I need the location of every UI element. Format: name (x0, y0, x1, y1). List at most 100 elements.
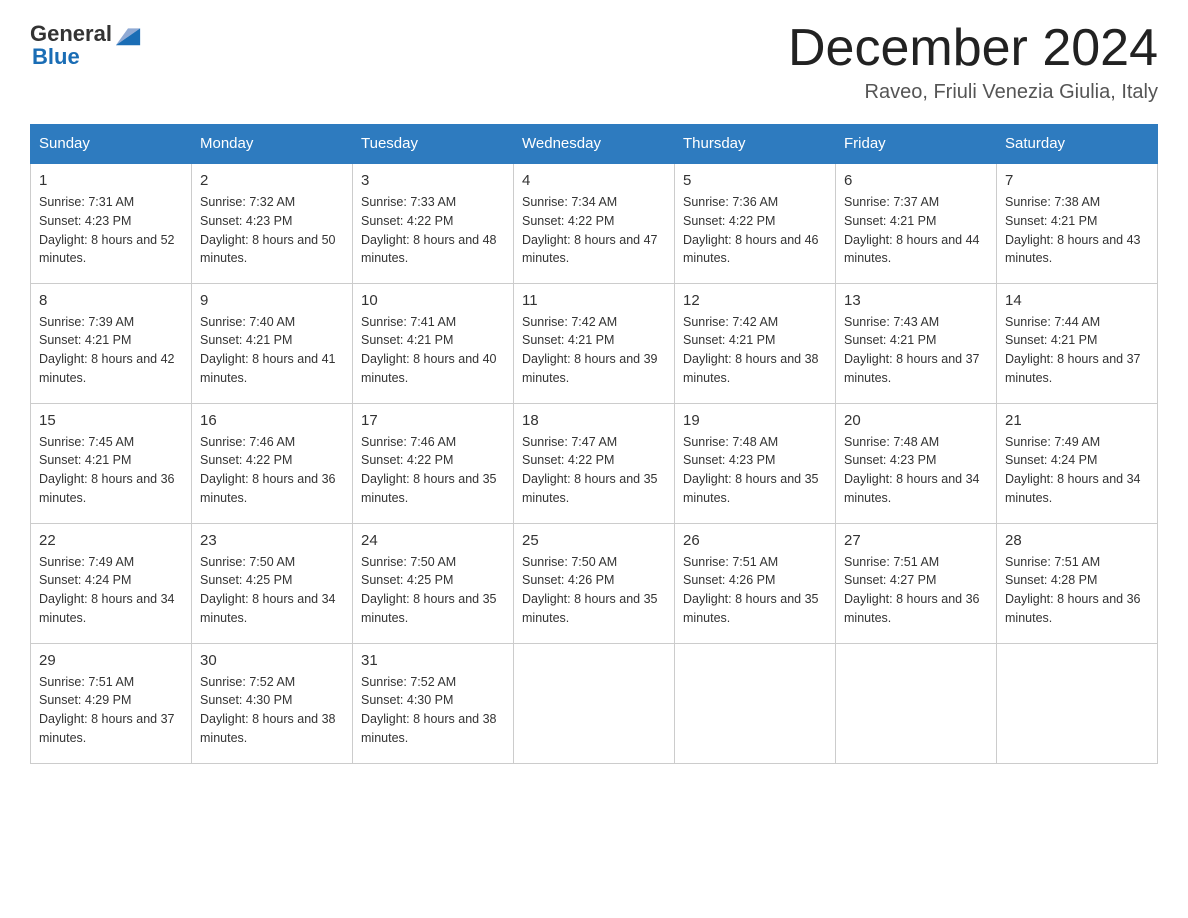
day-info: Sunrise: 7:48 AM Sunset: 4:23 PM Dayligh… (683, 433, 827, 508)
day-info: Sunrise: 7:39 AM Sunset: 4:21 PM Dayligh… (39, 313, 183, 388)
calendar-header-row: Sunday Monday Tuesday Wednesday Thursday… (31, 125, 1158, 164)
day-info: Sunrise: 7:38 AM Sunset: 4:21 PM Dayligh… (1005, 193, 1149, 268)
day-info: Sunrise: 7:33 AM Sunset: 4:22 PM Dayligh… (361, 193, 505, 268)
calendar-week-row: 29 Sunrise: 7:51 AM Sunset: 4:29 PM Dayl… (31, 643, 1158, 763)
day-info: Sunrise: 7:31 AM Sunset: 4:23 PM Dayligh… (39, 193, 183, 268)
calendar-day-cell: 22 Sunrise: 7:49 AM Sunset: 4:24 PM Dayl… (31, 523, 192, 643)
day-number: 15 (39, 412, 183, 429)
day-number: 10 (361, 292, 505, 309)
calendar-day-cell: 28 Sunrise: 7:51 AM Sunset: 4:28 PM Dayl… (997, 523, 1158, 643)
calendar-day-cell: 16 Sunrise: 7:46 AM Sunset: 4:22 PM Dayl… (192, 403, 353, 523)
calendar-week-row: 15 Sunrise: 7:45 AM Sunset: 4:21 PM Dayl… (31, 403, 1158, 523)
calendar-week-row: 1 Sunrise: 7:31 AM Sunset: 4:23 PM Dayli… (31, 163, 1158, 283)
calendar-day-cell: 25 Sunrise: 7:50 AM Sunset: 4:26 PM Dayl… (514, 523, 675, 643)
calendar-day-cell (836, 643, 997, 763)
day-info: Sunrise: 7:47 AM Sunset: 4:22 PM Dayligh… (522, 433, 666, 508)
calendar-day-cell: 1 Sunrise: 7:31 AM Sunset: 4:23 PM Dayli… (31, 163, 192, 283)
day-number: 18 (522, 412, 666, 429)
calendar-day-cell: 3 Sunrise: 7:33 AM Sunset: 4:22 PM Dayli… (353, 163, 514, 283)
day-number: 1 (39, 172, 183, 189)
calendar-day-cell: 4 Sunrise: 7:34 AM Sunset: 4:22 PM Dayli… (514, 163, 675, 283)
day-number: 13 (844, 292, 988, 309)
calendar-day-cell: 9 Sunrise: 7:40 AM Sunset: 4:21 PM Dayli… (192, 283, 353, 403)
day-info: Sunrise: 7:52 AM Sunset: 4:30 PM Dayligh… (361, 673, 505, 748)
day-info: Sunrise: 7:37 AM Sunset: 4:21 PM Dayligh… (844, 193, 988, 268)
day-number: 22 (39, 532, 183, 549)
day-info: Sunrise: 7:46 AM Sunset: 4:22 PM Dayligh… (200, 433, 344, 508)
day-number: 20 (844, 412, 988, 429)
day-number: 14 (1005, 292, 1149, 309)
day-number: 12 (683, 292, 827, 309)
calendar-day-cell: 19 Sunrise: 7:48 AM Sunset: 4:23 PM Dayl… (675, 403, 836, 523)
calendar-day-cell: 12 Sunrise: 7:42 AM Sunset: 4:21 PM Dayl… (675, 283, 836, 403)
day-info: Sunrise: 7:45 AM Sunset: 4:21 PM Dayligh… (39, 433, 183, 508)
day-info: Sunrise: 7:52 AM Sunset: 4:30 PM Dayligh… (200, 673, 344, 748)
day-info: Sunrise: 7:50 AM Sunset: 4:26 PM Dayligh… (522, 553, 666, 628)
day-number: 30 (200, 652, 344, 669)
month-year-title: December 2024 (150, 20, 1158, 77)
calendar-day-cell: 20 Sunrise: 7:48 AM Sunset: 4:23 PM Dayl… (836, 403, 997, 523)
calendar-day-cell: 5 Sunrise: 7:36 AM Sunset: 4:22 PM Dayli… (675, 163, 836, 283)
day-info: Sunrise: 7:51 AM Sunset: 4:27 PM Dayligh… (844, 553, 988, 628)
calendar-day-cell (997, 643, 1158, 763)
day-number: 21 (1005, 412, 1149, 429)
title-area: December 2024 Raveo, Friuli Venezia Giul… (150, 20, 1158, 104)
day-number: 6 (844, 172, 988, 189)
day-number: 17 (361, 412, 505, 429)
calendar-day-cell: 30 Sunrise: 7:52 AM Sunset: 4:30 PM Dayl… (192, 643, 353, 763)
col-friday: Friday (836, 125, 997, 164)
calendar-day-cell: 13 Sunrise: 7:43 AM Sunset: 4:21 PM Dayl… (836, 283, 997, 403)
calendar-day-cell: 26 Sunrise: 7:51 AM Sunset: 4:26 PM Dayl… (675, 523, 836, 643)
location-subtitle: Raveo, Friuli Venezia Giulia, Italy (150, 81, 1158, 104)
day-number: 23 (200, 532, 344, 549)
day-info: Sunrise: 7:43 AM Sunset: 4:21 PM Dayligh… (844, 313, 988, 388)
calendar-day-cell: 27 Sunrise: 7:51 AM Sunset: 4:27 PM Dayl… (836, 523, 997, 643)
calendar-day-cell: 17 Sunrise: 7:46 AM Sunset: 4:22 PM Dayl… (353, 403, 514, 523)
day-number: 19 (683, 412, 827, 429)
calendar-day-cell: 21 Sunrise: 7:49 AM Sunset: 4:24 PM Dayl… (997, 403, 1158, 523)
day-info: Sunrise: 7:36 AM Sunset: 4:22 PM Dayligh… (683, 193, 827, 268)
day-info: Sunrise: 7:42 AM Sunset: 4:21 PM Dayligh… (683, 313, 827, 388)
day-info: Sunrise: 7:42 AM Sunset: 4:21 PM Dayligh… (522, 313, 666, 388)
calendar-day-cell: 2 Sunrise: 7:32 AM Sunset: 4:23 PM Dayli… (192, 163, 353, 283)
page-header: General Blue December 2024 Raveo, Friuli… (30, 20, 1158, 104)
day-number: 3 (361, 172, 505, 189)
col-tuesday: Tuesday (353, 125, 514, 164)
col-sunday: Sunday (31, 125, 192, 164)
day-info: Sunrise: 7:51 AM Sunset: 4:26 PM Dayligh… (683, 553, 827, 628)
calendar-day-cell: 10 Sunrise: 7:41 AM Sunset: 4:21 PM Dayl… (353, 283, 514, 403)
day-number: 8 (39, 292, 183, 309)
day-number: 2 (200, 172, 344, 189)
day-info: Sunrise: 7:51 AM Sunset: 4:28 PM Dayligh… (1005, 553, 1149, 628)
day-info: Sunrise: 7:51 AM Sunset: 4:29 PM Dayligh… (39, 673, 183, 748)
day-number: 27 (844, 532, 988, 549)
calendar-day-cell: 7 Sunrise: 7:38 AM Sunset: 4:21 PM Dayli… (997, 163, 1158, 283)
day-number: 26 (683, 532, 827, 549)
day-info: Sunrise: 7:49 AM Sunset: 4:24 PM Dayligh… (1005, 433, 1149, 508)
day-info: Sunrise: 7:48 AM Sunset: 4:23 PM Dayligh… (844, 433, 988, 508)
calendar-day-cell: 23 Sunrise: 7:50 AM Sunset: 4:25 PM Dayl… (192, 523, 353, 643)
calendar-day-cell (675, 643, 836, 763)
day-number: 5 (683, 172, 827, 189)
day-number: 24 (361, 532, 505, 549)
col-wednesday: Wednesday (514, 125, 675, 164)
day-info: Sunrise: 7:49 AM Sunset: 4:24 PM Dayligh… (39, 553, 183, 628)
calendar-day-cell: 14 Sunrise: 7:44 AM Sunset: 4:21 PM Dayl… (997, 283, 1158, 403)
day-info: Sunrise: 7:44 AM Sunset: 4:21 PM Dayligh… (1005, 313, 1149, 388)
calendar-table: Sunday Monday Tuesday Wednesday Thursday… (30, 124, 1158, 764)
day-info: Sunrise: 7:41 AM Sunset: 4:21 PM Dayligh… (361, 313, 505, 388)
calendar-day-cell: 29 Sunrise: 7:51 AM Sunset: 4:29 PM Dayl… (31, 643, 192, 763)
day-number: 11 (522, 292, 666, 309)
day-number: 28 (1005, 532, 1149, 549)
logo: General Blue (30, 20, 150, 70)
day-info: Sunrise: 7:40 AM Sunset: 4:21 PM Dayligh… (200, 313, 344, 388)
day-number: 31 (361, 652, 505, 669)
day-info: Sunrise: 7:50 AM Sunset: 4:25 PM Dayligh… (361, 553, 505, 628)
col-monday: Monday (192, 125, 353, 164)
calendar-day-cell: 31 Sunrise: 7:52 AM Sunset: 4:30 PM Dayl… (353, 643, 514, 763)
day-info: Sunrise: 7:32 AM Sunset: 4:23 PM Dayligh… (200, 193, 344, 268)
day-info: Sunrise: 7:46 AM Sunset: 4:22 PM Dayligh… (361, 433, 505, 508)
day-number: 9 (200, 292, 344, 309)
day-info: Sunrise: 7:34 AM Sunset: 4:22 PM Dayligh… (522, 193, 666, 268)
calendar-day-cell: 11 Sunrise: 7:42 AM Sunset: 4:21 PM Dayl… (514, 283, 675, 403)
